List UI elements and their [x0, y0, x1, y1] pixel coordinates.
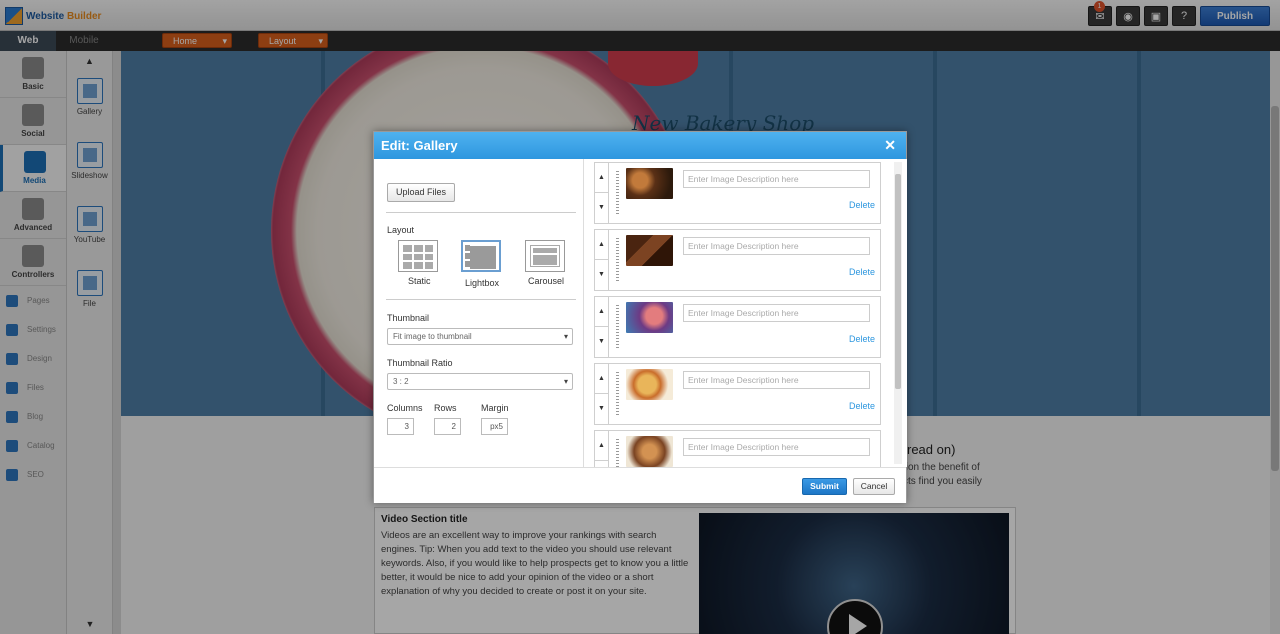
drag-handle-icon[interactable] — [616, 372, 619, 417]
list-item: ▲▼ Enter Image Description here — [594, 430, 881, 467]
list-item: ▲ ▼ Enter Image Description here Delete — [594, 229, 881, 291]
image-description-input[interactable]: Enter Image Description here — [683, 371, 870, 389]
delete-link[interactable]: Delete — [849, 401, 875, 411]
list-item: ▲ ▼ Enter Image Description here Delete — [594, 363, 881, 425]
drag-handle-icon[interactable] — [616, 305, 619, 350]
layout-carousel-label: Carousel — [528, 276, 565, 286]
image-thumbnail — [626, 302, 673, 333]
image-description-input[interactable]: Enter Image Description here — [683, 438, 870, 456]
static-grid-icon — [403, 245, 433, 269]
dialog-header: Edit: Gallery ✕ — [374, 132, 906, 159]
image-description-input[interactable]: Enter Image Description here — [683, 170, 870, 188]
list-item: ▲ ▼ Enter Image Description here Delete — [594, 296, 881, 358]
dialog-title: Edit: Gallery — [381, 138, 458, 153]
rows-input[interactable]: 2 — [434, 418, 461, 435]
gallery-images-list: ▲ ▼ Enter Image Description here Delete ▲… — [585, 159, 907, 467]
dialog-footer: Submit Cancel — [374, 467, 906, 503]
close-icon[interactable]: ✕ — [884, 132, 896, 159]
edit-gallery-dialog: Edit: Gallery ✕ Upload Files Layout Stat… — [373, 131, 907, 503]
margin-label: Margin — [481, 403, 509, 413]
layout-label: Layout — [387, 225, 415, 235]
image-description-input[interactable]: Enter Image Description here — [683, 304, 870, 322]
layout-lightbox-option[interactable] — [461, 240, 501, 272]
delete-link[interactable]: Delete — [849, 267, 875, 277]
submit-button[interactable]: Submit — [802, 478, 847, 495]
layout-static-option[interactable] — [398, 240, 438, 272]
delete-link[interactable]: Delete — [849, 200, 875, 210]
drag-handle-icon[interactable] — [616, 439, 619, 467]
move-down-button[interactable]: ▼ — [595, 193, 608, 223]
divider — [386, 299, 576, 300]
layout-lightbox-label: Lightbox — [465, 278, 500, 288]
thumbnail-label: Thumbnail — [387, 313, 430, 323]
lightbox-icon — [465, 245, 496, 269]
image-thumbnail — [626, 168, 673, 199]
move-down-button[interactable]: ▼ — [595, 394, 608, 424]
layout-static-label: Static — [408, 276, 431, 286]
carousel-icon — [530, 245, 560, 267]
move-down-button[interactable]: ▼ — [595, 260, 608, 290]
list-scrollbar[interactable] — [894, 162, 902, 464]
columns-input[interactable]: 3 — [387, 418, 414, 435]
margin-input[interactable]: px5 — [481, 418, 508, 435]
image-description-input[interactable]: Enter Image Description here — [683, 237, 870, 255]
upload-files-button[interactable]: Upload Files — [387, 183, 455, 202]
image-thumbnail — [626, 235, 673, 266]
image-thumbnail — [626, 436, 673, 467]
columns-label: Columns — [387, 403, 423, 413]
cancel-button[interactable]: Cancel — [853, 478, 895, 495]
image-thumbnail — [626, 369, 673, 400]
move-up-button[interactable]: ▲ — [595, 163, 608, 193]
move-up-button[interactable]: ▲ — [595, 364, 608, 394]
move-up-button[interactable]: ▲ — [595, 431, 608, 461]
list-scrollbar-thumb[interactable] — [895, 174, 901, 389]
list-item: ▲ ▼ Enter Image Description here Delete — [594, 162, 881, 224]
rows-label: Rows — [434, 403, 457, 413]
drag-handle-icon[interactable] — [616, 238, 619, 283]
layout-carousel-option[interactable] — [525, 240, 565, 272]
thumbnail-select[interactable]: Fit image to thumbnail — [387, 328, 573, 345]
divider — [386, 212, 576, 213]
thumbnail-ratio-label: Thumbnail Ratio — [387, 358, 453, 368]
drag-handle-icon[interactable] — [616, 171, 619, 216]
move-down-button[interactable]: ▼ — [595, 327, 608, 357]
thumbnail-ratio-select[interactable]: 3 : 2 — [387, 373, 573, 390]
gallery-settings-panel: Upload Files Layout Static Lightbox Caro… — [374, 159, 584, 467]
delete-link[interactable]: Delete — [849, 334, 875, 344]
move-up-button[interactable]: ▲ — [595, 297, 608, 327]
move-up-button[interactable]: ▲ — [595, 230, 608, 260]
